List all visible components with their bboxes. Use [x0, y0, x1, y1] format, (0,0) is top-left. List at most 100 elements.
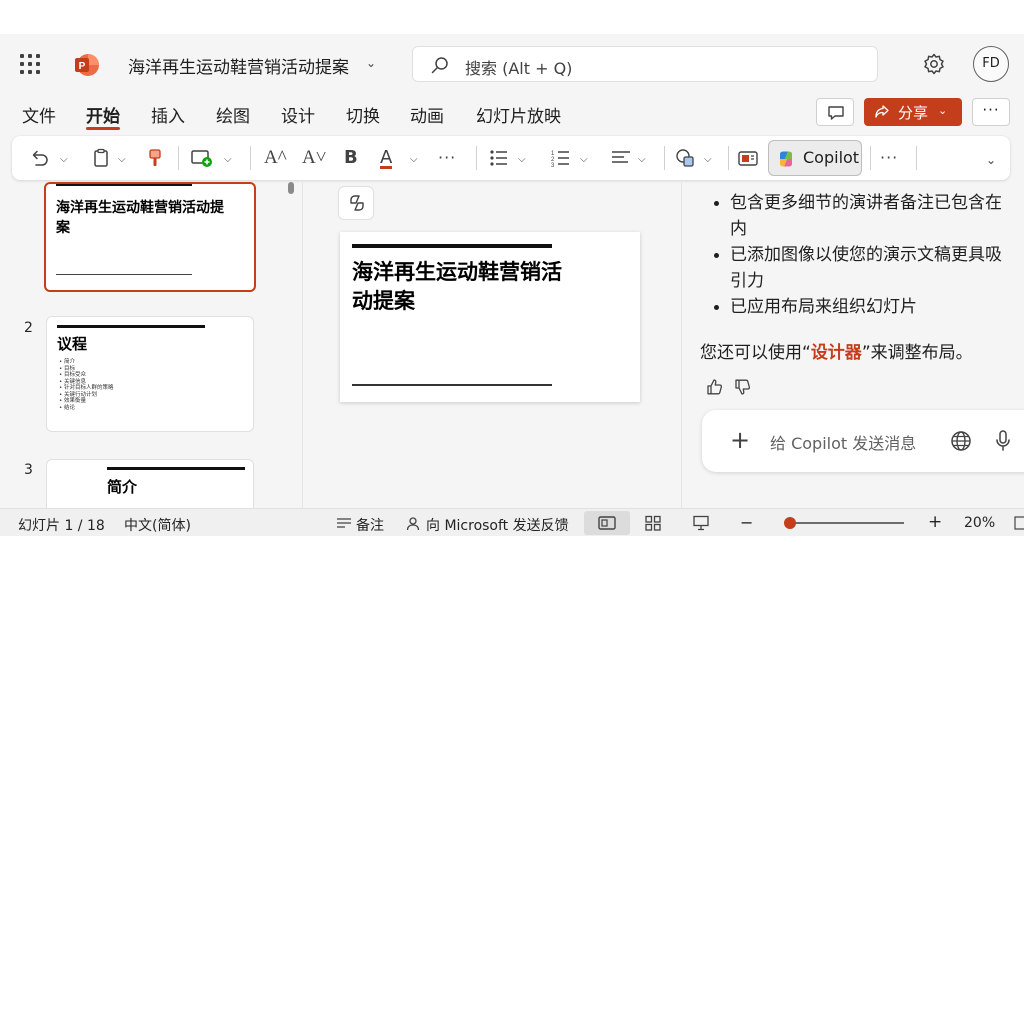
- slide-thumbnail-2[interactable]: 议程 简介 目标 目标受众 关键信息 针对目标人群的策略 关键行动计划 效果衡量…: [46, 316, 254, 432]
- notes-button[interactable]: 备注: [356, 515, 384, 535]
- tab-insert[interactable]: 插入: [151, 102, 185, 127]
- list-item: 结论: [59, 405, 114, 412]
- language-indicator[interactable]: 中文(简体): [124, 515, 191, 535]
- slide-counter: 幻灯片 1 / 18: [18, 518, 105, 534]
- copilot-icon: [780, 151, 792, 167]
- designer-icon[interactable]: [736, 147, 760, 169]
- bullets-icon[interactable]: [488, 147, 510, 169]
- share-icon: [875, 105, 889, 118]
- separator: [916, 146, 917, 170]
- globe-icon[interactable]: [950, 430, 972, 452]
- active-tab-indicator: [86, 127, 120, 130]
- decorative-line: [57, 325, 205, 328]
- gear-icon[interactable]: [922, 52, 946, 76]
- thumbnail-title: 简介: [107, 478, 138, 496]
- status-bar: 幻灯片 1 / 18 中文(简体) 备注 向 Microsoft 发送反馈 −: [0, 508, 1024, 536]
- copilot-button[interactable]: Copilot: [768, 140, 862, 176]
- separator: [178, 146, 179, 170]
- thumbnail-scrollbar[interactable]: [288, 182, 294, 194]
- chevron-down-icon: ⌄: [938, 104, 948, 117]
- slide-title[interactable]: 海洋再生运动鞋营销活动提案: [352, 258, 572, 316]
- svg-text:P: P: [79, 61, 86, 72]
- copilot-icon: [350, 195, 364, 211]
- zoom-level[interactable]: 20%: [964, 515, 995, 531]
- plus-icon[interactable]: +: [730, 426, 750, 454]
- slide-sorter-icon[interactable]: [644, 515, 662, 531]
- copilot-slide-button[interactable]: [338, 186, 374, 220]
- notes-icon[interactable]: [336, 517, 352, 531]
- chevron-down-icon[interactable]: ⌵: [224, 149, 232, 171]
- menu-bar: 文件 开始 插入 绘图 设计 切换 动画 幻灯片放映 分享 ⌄ ···: [0, 96, 1024, 136]
- clipboard-icon[interactable]: [90, 147, 112, 169]
- tab-file[interactable]: 文件: [22, 102, 56, 127]
- thumbnail-title: 海洋再生运动鞋营销活动提案: [56, 200, 224, 236]
- thumbs-up-icon[interactable]: [706, 378, 724, 396]
- copilot-summary-list: 包含更多细节的演讲者备注已包含在内 已添加图像以使您的演示文稿更具吸引力 已应用…: [708, 190, 1008, 320]
- undo-icon[interactable]: [28, 147, 50, 169]
- ribbon-overflow-button[interactable]: ···: [880, 147, 898, 169]
- chevron-down-icon[interactable]: ⌵: [638, 149, 646, 171]
- bold-icon[interactable]: B: [344, 147, 358, 169]
- comment-icon: [828, 106, 844, 120]
- format-painter-icon[interactable]: [144, 147, 166, 169]
- zoom-slider-handle[interactable]: [784, 517, 796, 529]
- list-item: 已添加图像以使您的演示文稿更具吸引力: [708, 242, 1008, 294]
- avatar[interactable]: FD: [973, 46, 1009, 82]
- copilot-pane: 包含更多细节的演讲者备注已包含在内 已添加图像以使您的演示文稿更具吸引力 已应用…: [682, 182, 1024, 508]
- normal-view-button[interactable]: [584, 511, 630, 535]
- slide-thumbnail-1[interactable]: 海洋再生运动鞋营销活动提案: [44, 182, 256, 292]
- slide-canvas[interactable]: 海洋再生运动鞋营销活动提案: [340, 232, 640, 402]
- tab-draw[interactable]: 绘图: [216, 102, 250, 127]
- thumbs-down-icon[interactable]: [734, 378, 752, 396]
- share-button[interactable]: 分享 ⌄: [864, 98, 962, 126]
- decorative-line: [352, 244, 552, 248]
- divider: [302, 182, 303, 508]
- separator: [476, 146, 477, 170]
- app-launcher-icon[interactable]: [20, 54, 40, 74]
- designer-link[interactable]: 设计器: [811, 343, 862, 363]
- zoom-out-button[interactable]: −: [740, 513, 753, 532]
- separator: [664, 146, 665, 170]
- chevron-down-icon[interactable]: ⌄: [366, 56, 376, 70]
- chevron-down-icon[interactable]: ⌵: [518, 149, 526, 171]
- expand-ribbon-icon[interactable]: ⌄: [986, 149, 996, 171]
- chevron-down-icon[interactable]: ⌵: [60, 149, 68, 171]
- presenter-view-icon[interactable]: [692, 515, 710, 531]
- powerpoint-logo: P: [75, 54, 99, 76]
- zoom-in-button[interactable]: +: [928, 512, 942, 532]
- numbering-icon[interactable]: 1 2 3: [550, 147, 572, 169]
- copilot-label: Copilot: [803, 148, 860, 167]
- designer-note: 您还可以使用“设计器”来调整布局。: [700, 338, 973, 363]
- fit-to-window-icon[interactable]: [1014, 516, 1024, 530]
- feedback-icon[interactable]: [406, 516, 422, 532]
- shrink-font-icon[interactable]: A˅: [302, 147, 326, 169]
- agenda-list: 简介 目标 目标受众 关键信息 针对目标人群的策略 关键行动计划 效果衡量 结论: [59, 359, 114, 411]
- grow-font-icon[interactable]: A^: [264, 147, 287, 169]
- tab-home[interactable]: 开始: [86, 102, 120, 127]
- decorative-line: [107, 467, 245, 470]
- new-slide-icon[interactable]: [190, 147, 214, 169]
- feedback-button[interactable]: 向 Microsoft 发送反馈: [426, 515, 569, 535]
- font-color-icon[interactable]: A: [380, 147, 393, 169]
- copilot-chat-input[interactable]: + 给 Copilot 发送消息: [702, 410, 1024, 472]
- search-input[interactable]: 搜索 (Alt + Q): [412, 46, 878, 82]
- shapes-icon[interactable]: [674, 147, 698, 169]
- more-options-button[interactable]: ···: [972, 98, 1010, 126]
- microphone-icon[interactable]: [994, 429, 1012, 453]
- thumbnail-title: 议程: [57, 335, 88, 353]
- zoom-slider[interactable]: [784, 517, 904, 529]
- chevron-down-icon[interactable]: ⌵: [580, 149, 588, 171]
- tab-transitions[interactable]: 切换: [346, 102, 380, 127]
- document-title[interactable]: 海洋再生运动鞋营销活动提案: [128, 53, 349, 78]
- svg-text:3: 3: [551, 163, 555, 169]
- tab-design[interactable]: 设计: [281, 102, 315, 127]
- tab-animations[interactable]: 动画: [410, 102, 444, 127]
- separator: [728, 146, 729, 170]
- tab-slideshow[interactable]: 幻灯片放映: [476, 102, 561, 127]
- more-font-options[interactable]: ···: [438, 147, 456, 169]
- align-icon[interactable]: [610, 147, 632, 169]
- chevron-down-icon[interactable]: ⌵: [704, 149, 712, 171]
- chevron-down-icon[interactable]: ⌵: [118, 149, 126, 171]
- comments-button[interactable]: [816, 98, 854, 126]
- chevron-down-icon[interactable]: ⌵: [410, 149, 418, 171]
